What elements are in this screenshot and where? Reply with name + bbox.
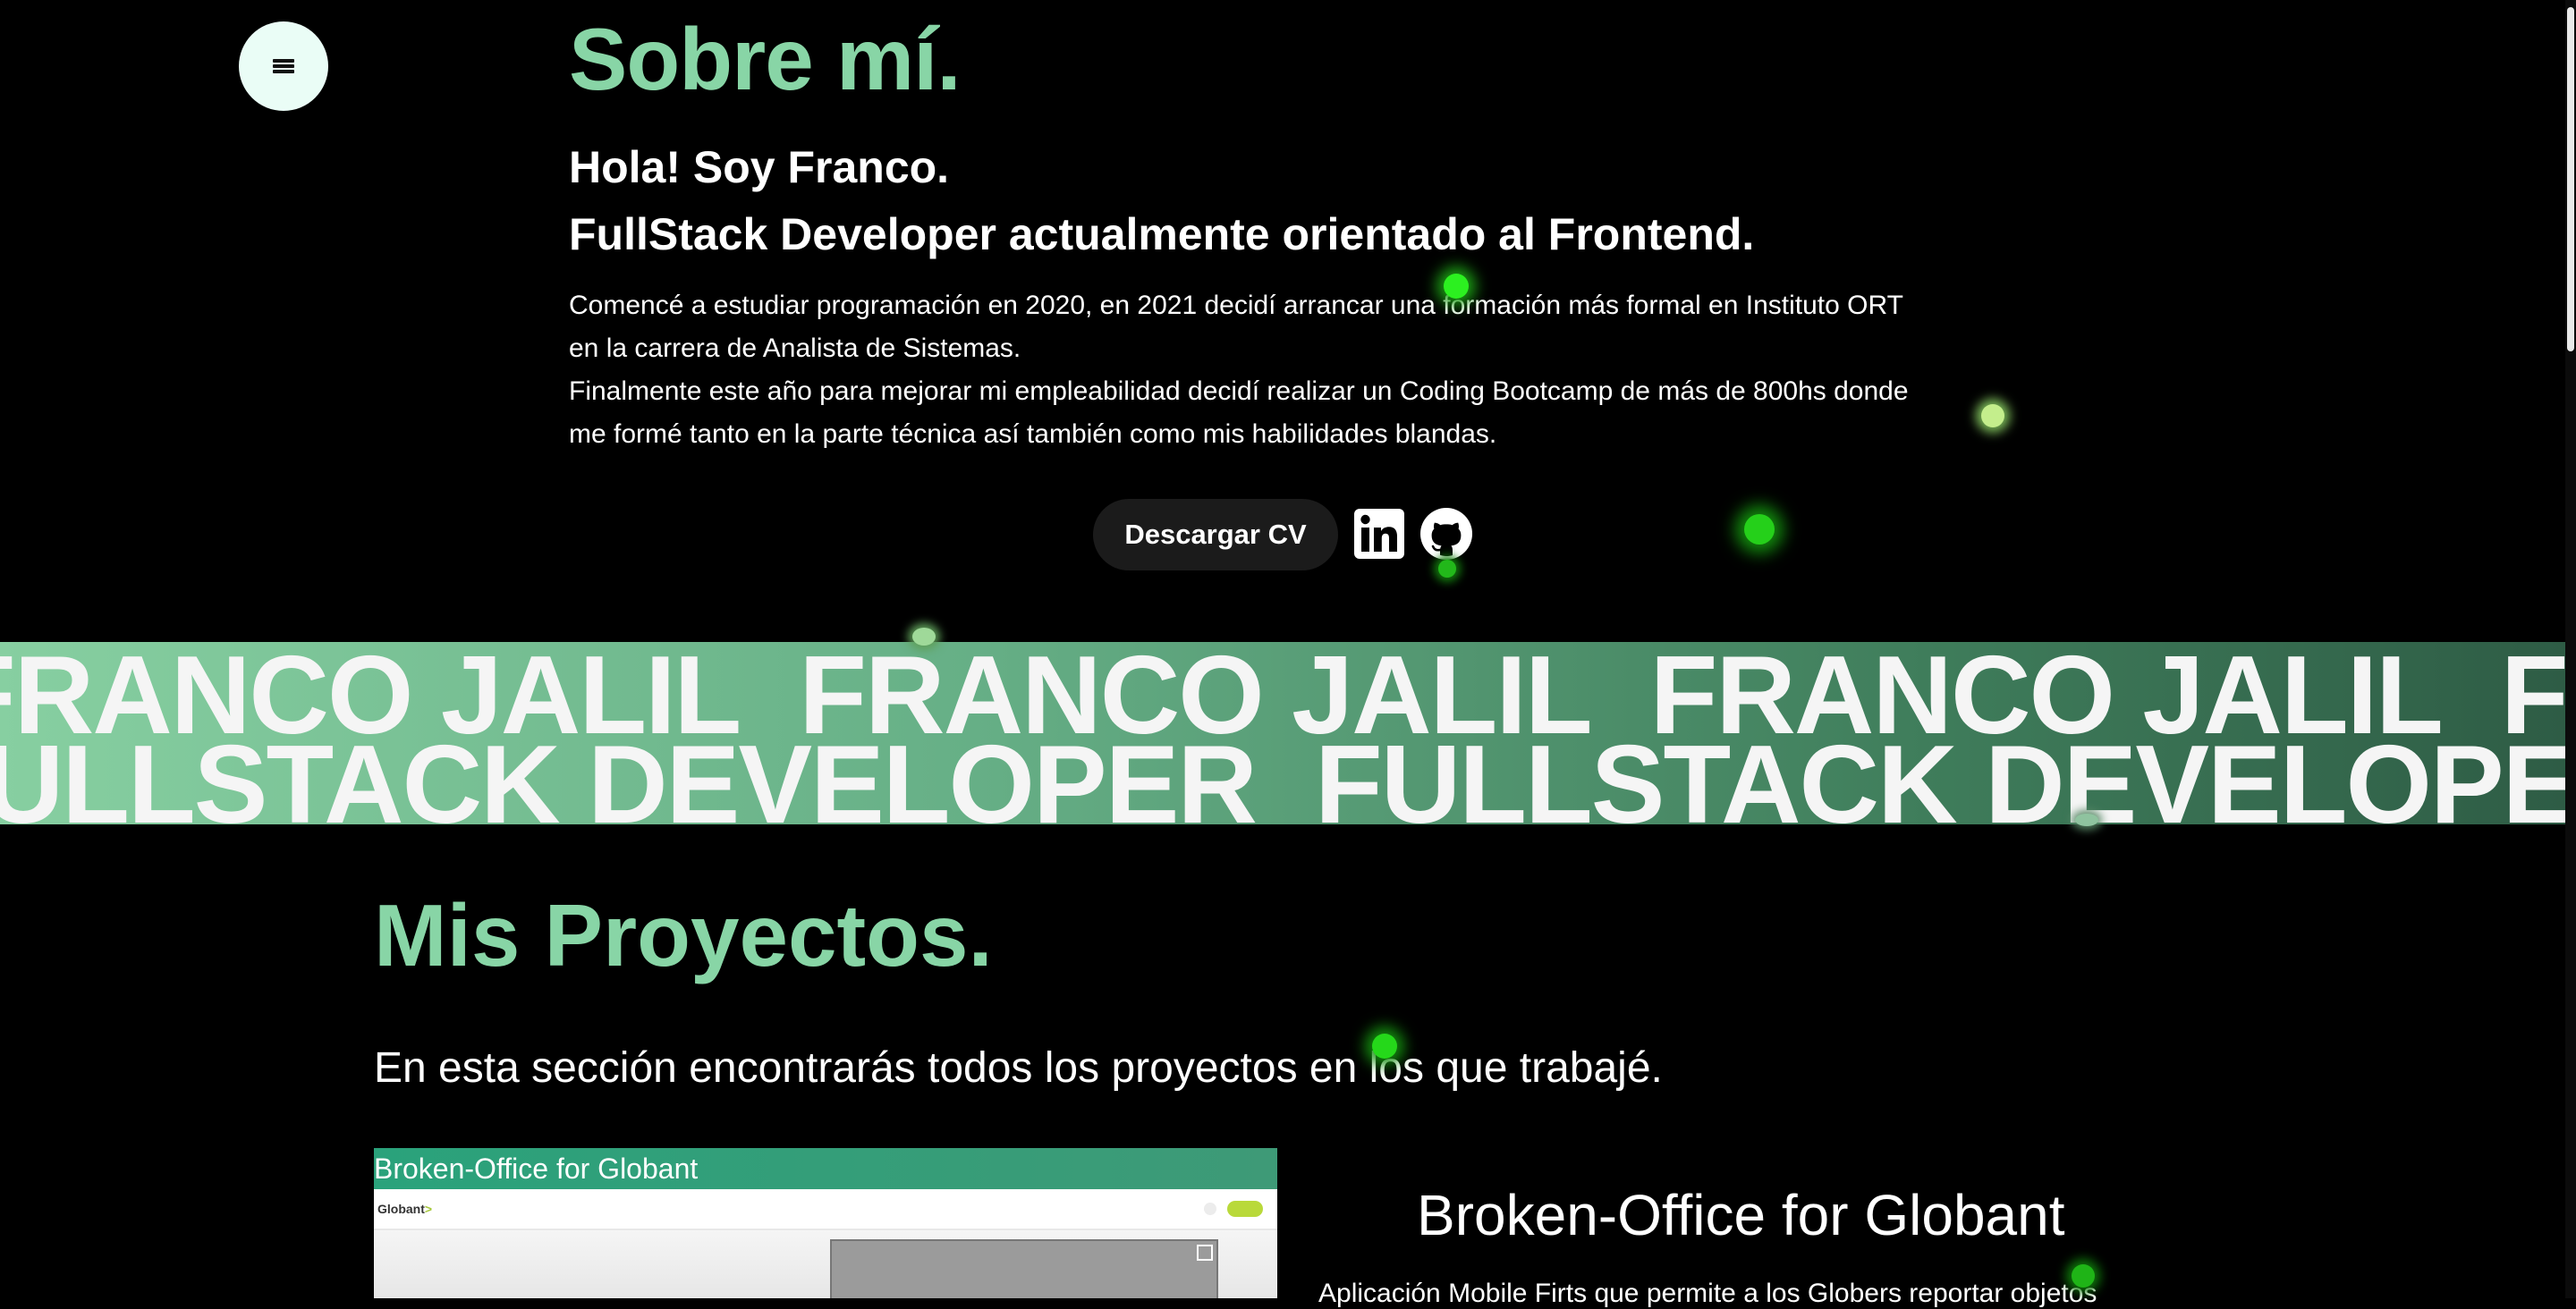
page-scrollbar[interactable] <box>2565 0 2576 1298</box>
about-line: Finalmente este año para mejorar mi empl… <box>569 376 1909 406</box>
linkedin-icon[interactable] <box>1353 508 1405 560</box>
project-description: Aplicación Mobile Firts que permite a lo… <box>1318 1279 2097 1308</box>
about-line: en la carrera de Analista de Sistemas. <box>569 334 1021 363</box>
about-description: Comencé a estudiar programación en 2020,… <box>569 284 2036 456</box>
menu-button[interactable] <box>239 21 328 111</box>
card-header: Broken-Office for Globant <box>374 1148 1277 1189</box>
glow-particle <box>2075 814 2098 826</box>
github-icon[interactable] <box>1420 508 1472 560</box>
preview-navbar: Globant> <box>374 1189 1277 1230</box>
map-expand-icon <box>1197 1245 1213 1261</box>
glow-particle <box>1744 514 1775 545</box>
about-line: me formé tanto en la parte técnica así t… <box>569 419 1497 449</box>
preview-body <box>374 1230 1277 1298</box>
hamburger-icon <box>273 57 294 75</box>
download-cv-button[interactable]: Descargar CV <box>1093 499 1338 570</box>
scrollbar-thumb[interactable] <box>2567 7 2574 351</box>
globant-logo: Globant> <box>377 1202 433 1216</box>
about-line: Comencé a estudiar programación en 2020,… <box>569 291 1903 320</box>
glow-particle <box>912 628 936 646</box>
about-title: Sobre mí. <box>569 10 962 108</box>
glow-particle <box>1444 274 1469 299</box>
name-marquee: FRANCO JALILFRANCO JALILFRANCO JALILFRAN… <box>0 642 2565 824</box>
marquee-row-role: FULLSTACK DEVELOPERFULLSTACK DEVELOPERFU… <box>0 723 2565 824</box>
glow-particle <box>1372 1034 1397 1059</box>
project-name: Broken-Office for Globant <box>1417 1183 2065 1247</box>
projects-intro: En esta sección encontrarás todos los pr… <box>374 1044 1663 1092</box>
preview-map <box>830 1239 1218 1298</box>
preview-user-icon <box>1204 1203 1216 1215</box>
glow-particle <box>1981 404 2004 427</box>
about-greeting: Hola! Soy Franco. <box>569 142 950 192</box>
preview-menu-pill <box>1227 1201 1263 1217</box>
about-role: FullStack Developer actualmente orientad… <box>569 209 1755 259</box>
project-card-preview[interactable]: Broken-Office for Globant Globant> <box>374 1148 1277 1298</box>
glow-particle <box>2072 1264 2095 1288</box>
glow-particle <box>1438 560 1456 578</box>
projects-title: Mis Proyectos. <box>374 886 993 984</box>
